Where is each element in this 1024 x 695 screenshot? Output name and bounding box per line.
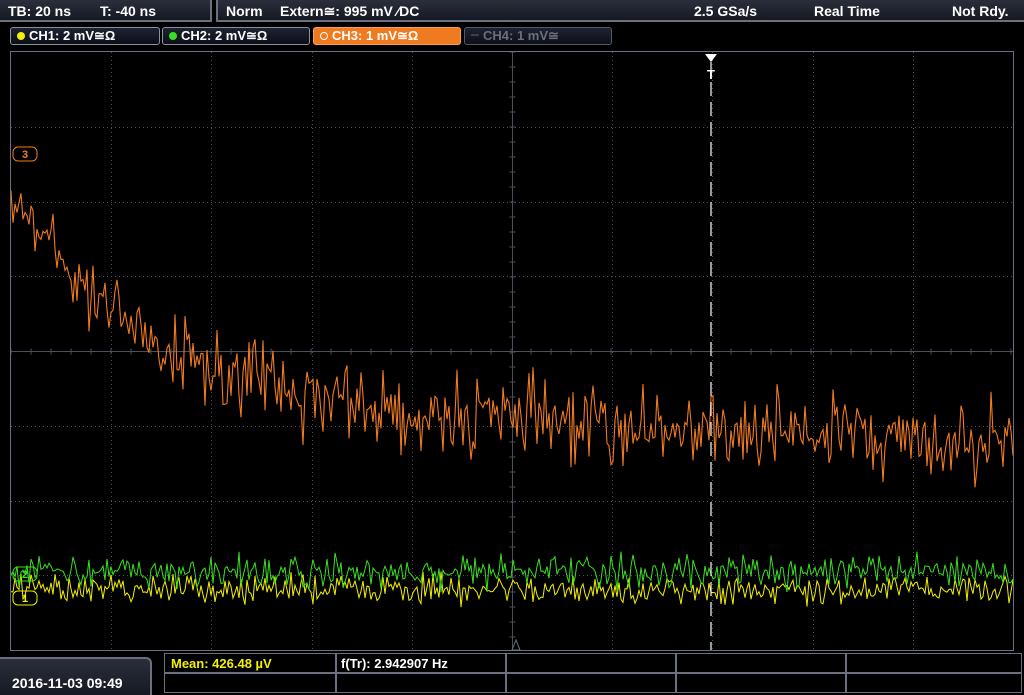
channel-4-label: CH4: 1 mV≅	[483, 28, 559, 43]
mean-measurement-cell[interactable]: Mean: 426.48 µV	[164, 653, 336, 673]
trigger-marker-label: T	[707, 67, 715, 82]
channel-1-button[interactable]: CH1: 2 mV≅Ω	[10, 27, 160, 45]
measurement-slot-7[interactable]	[336, 673, 506, 693]
trigger-position-label: T: -40 ns	[100, 3, 157, 19]
acquisition-mode-label: Real Time	[814, 3, 880, 19]
waveform-display[interactable]: T 3 2 1	[10, 51, 1014, 651]
sample-rate-label: 2.5 GSa/s	[694, 3, 758, 19]
measurement-slot-9[interactable]	[676, 673, 846, 693]
channel-1-marker-label: 1	[22, 593, 28, 605]
waveform-graticule: T 3 2 1	[10, 51, 1014, 651]
timebase-box[interactable]: TB: 20 ns T: -40 ns	[0, 0, 212, 22]
channel-2-indicator-icon	[169, 32, 177, 40]
timebase-label: TB: 20 ns	[8, 3, 72, 19]
trigger-arrow-icon	[705, 54, 717, 62]
channel-2-button[interactable]: CH2: 2 mV≅Ω	[162, 27, 310, 45]
channel-3-button[interactable]: CH3: 1 mV≅Ω	[313, 27, 461, 45]
measurement-panel[interactable]: Mean: 426.48 µV f(Tr): 2.942907 Hz	[164, 653, 1024, 695]
trigger-mode-label: Norm	[226, 3, 263, 19]
channel-4-button[interactable]: CH4: 1 mV≅	[464, 27, 612, 45]
channel-1-offset-marker[interactable]: 1	[12, 590, 38, 606]
channel-1-label: CH1: 2 mV≅Ω	[29, 28, 116, 43]
mean-measurement: Mean: 426.48 µV	[171, 656, 272, 671]
channel-1-indicator-icon	[17, 32, 25, 40]
trigger-source-label: Extern≅: 995 mV ∕DC	[280, 3, 420, 19]
channel-3-indicator-icon	[320, 32, 328, 40]
channel-3-marker-label: 3	[22, 149, 28, 161]
top-status-bar: TB: 20 ns T: -40 ns Norm Extern≅: 995 mV…	[0, 0, 1024, 24]
graticule-grid	[10, 51, 1013, 650]
frequency-measurement: f(Tr): 2.942907 Hz	[341, 656, 448, 671]
frequency-measurement-cell[interactable]: f(Tr): 2.942907 Hz	[336, 653, 506, 673]
measurement-slot-10[interactable]	[846, 673, 1022, 693]
channel-bar: CH1: 2 mV≅Ω CH2: 2 mV≅Ω CH3: 1 mV≅Ω CH4:…	[0, 24, 1024, 48]
channel-2-label: CH2: 2 mV≅Ω	[181, 28, 268, 43]
acquisition-status-box[interactable]: Norm Extern≅: 995 mV ∕DC 2.5 GSa/s Real …	[216, 0, 1024, 22]
center-position-icon	[511, 638, 521, 651]
datetime-box: 2016-11-03 09:49	[0, 657, 152, 695]
measurement-slot-8[interactable]	[506, 673, 676, 693]
measurement-slot-3[interactable]	[506, 653, 676, 673]
channel-3-offset-marker[interactable]: 3	[12, 146, 38, 162]
datetime-label: 2016-11-03 09:49	[12, 675, 123, 691]
ready-status-label: Not Rdy.	[952, 3, 1009, 19]
channel-2-marker-label: 2	[22, 569, 28, 581]
measurement-slot-6[interactable]	[164, 673, 336, 693]
channel-4-indicator-icon	[471, 34, 479, 36]
measurement-slot-4[interactable]	[676, 653, 846, 673]
channel-3-label: CH3: 1 mV≅Ω	[332, 28, 419, 43]
measurement-slot-5[interactable]	[846, 653, 1022, 673]
